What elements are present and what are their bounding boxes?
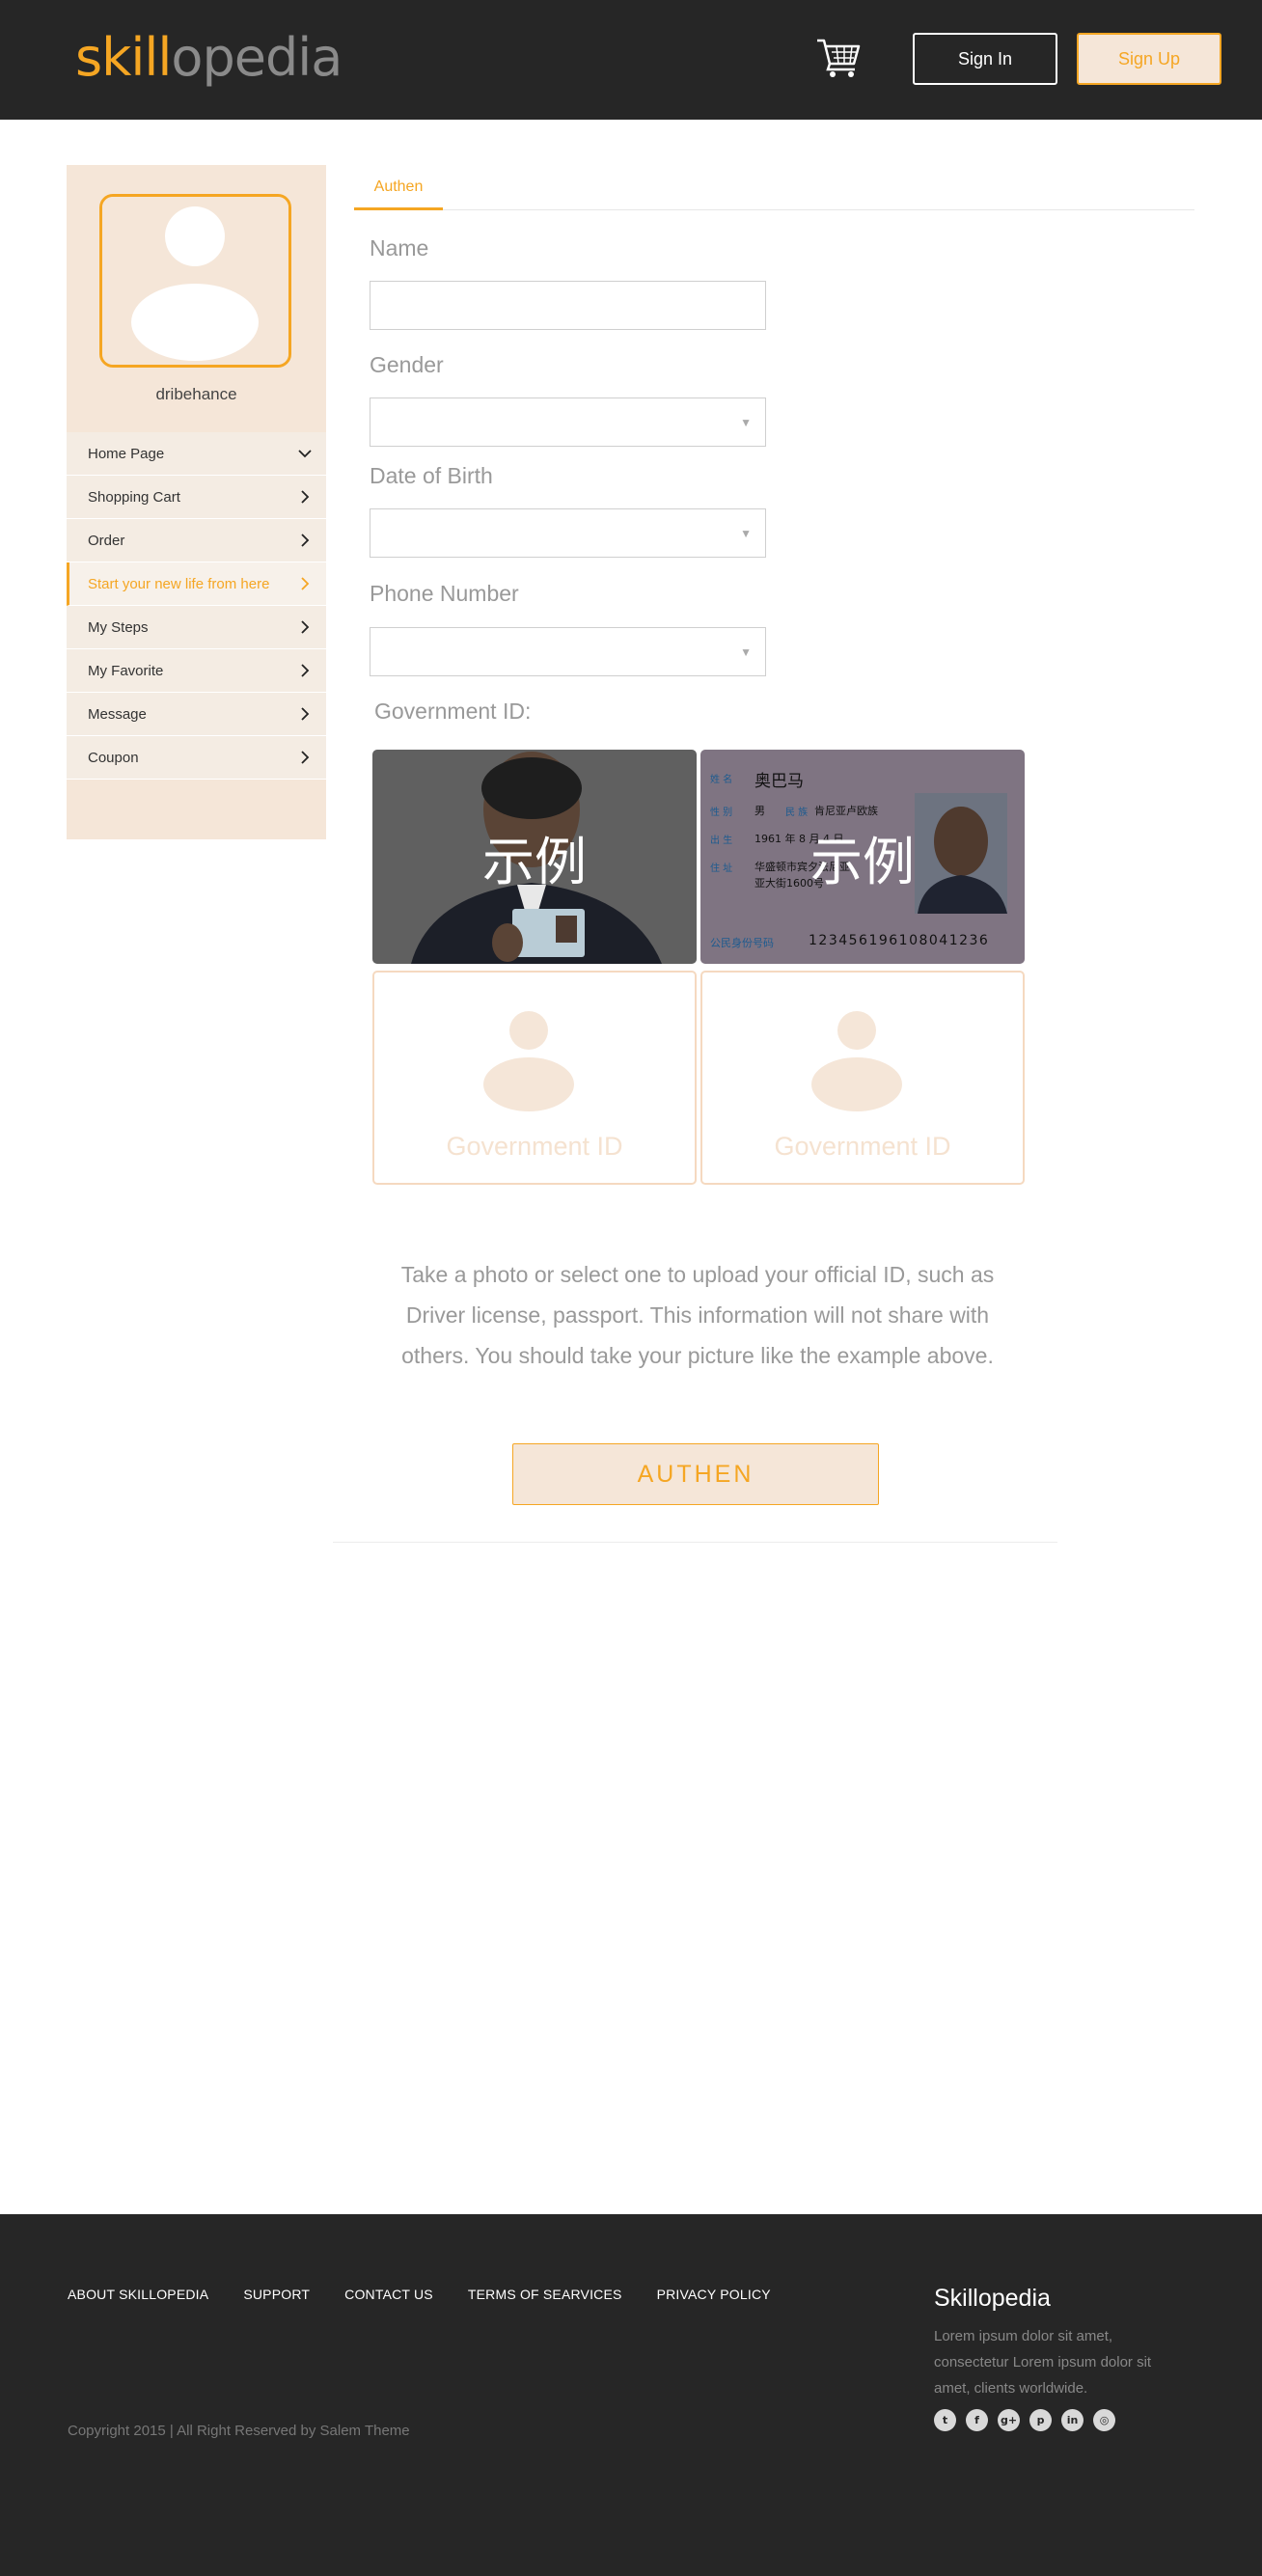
twitter-icon[interactable]: t	[934, 2409, 956, 2431]
footer-link-terms[interactable]: TERMS OF SEARVICES	[468, 2287, 622, 2302]
site-footer: ABOUT SKILLOPEDIA SUPPORT CONTACT US TER…	[0, 2214, 1262, 2576]
id-card-number: 123456196108041236	[809, 933, 990, 948]
id-card-nation: 肯尼亚卢欧族	[814, 805, 878, 817]
pinterest-icon[interactable]: p	[1029, 2409, 1052, 2431]
chevron-right-icon	[301, 534, 310, 547]
id-card-sex: 男	[754, 805, 765, 817]
upload-slot-label: Government ID	[446, 1132, 623, 1161]
avatar[interactable]	[99, 194, 291, 368]
phone-select[interactable]: ▼	[370, 627, 766, 676]
tab-authen[interactable]: Authen	[354, 166, 443, 210]
gender-label: Gender	[370, 352, 444, 377]
social-links: t f g+ p in ◎	[934, 2409, 1115, 2431]
google-plus-icon[interactable]: g+	[998, 2409, 1020, 2431]
gender-select[interactable]: ▼	[370, 397, 766, 447]
chevron-right-icon	[301, 577, 310, 590]
chevron-right-icon	[301, 490, 310, 504]
logo-text-opedia: opedia	[171, 27, 343, 88]
site-logo[interactable]: skillopedia	[75, 27, 343, 88]
sidebar-item-start-new-life[interactable]: Start your new life from here	[67, 562, 326, 606]
id-card-name: 奥巴马	[754, 772, 804, 791]
sidebar-item-label: Home Page	[88, 445, 165, 462]
upload-slot-label: Government ID	[774, 1132, 951, 1161]
sidebar-item-message[interactable]: Message	[67, 693, 326, 736]
chevron-down-icon	[298, 450, 312, 458]
footer-link-privacy[interactable]: PRIVACY POLICY	[657, 2287, 771, 2302]
user-placeholder-icon	[102, 197, 288, 365]
footer-link-support[interactable]: SUPPORT	[243, 2287, 310, 2302]
sidebar-menu: Home Page Shopping Cart Order Start your…	[67, 432, 326, 780]
profile-sidebar: dribehance Home Page Shopping Cart Order…	[67, 165, 326, 839]
sidebar-item-label: My Favorite	[88, 662, 164, 679]
dropdown-caret-icon: ▼	[740, 416, 752, 429]
content-divider	[333, 1542, 1057, 1543]
government-id-upload-1[interactable]: Government ID	[372, 971, 697, 1185]
government-id-label: Government ID:	[374, 699, 532, 724]
chevron-right-icon	[301, 707, 310, 721]
sidebar-item-label: Shopping Cart	[88, 488, 180, 506]
example-id-photo-holding: 示例	[372, 750, 697, 964]
government-id-upload-2[interactable]: Government ID	[700, 971, 1025, 1185]
authen-submit-button[interactable]: AUTHEN	[512, 1443, 879, 1505]
sign-up-button[interactable]: Sign Up	[1077, 33, 1221, 85]
name-label: Name	[370, 235, 429, 260]
top-header: skillopedia Sign In Sign Up	[0, 0, 1262, 120]
dropdown-caret-icon: ▼	[740, 645, 752, 659]
linkedin-icon[interactable]: in	[1061, 2409, 1084, 2431]
sidebar-item-label: My Steps	[88, 618, 149, 636]
upload-instructions: Take a photo or select one to upload you…	[400, 1262, 995, 1368]
dropdown-caret-icon: ▼	[740, 527, 752, 540]
footer-brand-description: Lorem ipsum dolor sit amet, consectetur …	[934, 2328, 1152, 2397]
dob-select[interactable]: ▼	[370, 508, 766, 558]
footer-link-contact[interactable]: CONTACT US	[344, 2287, 433, 2302]
sidebar-item-label: Message	[88, 705, 147, 723]
example-watermark: 示例	[810, 832, 915, 892]
dob-label: Date of Birth	[370, 463, 493, 488]
name-input[interactable]	[370, 281, 766, 330]
chevron-right-icon	[301, 620, 310, 634]
footer-brand: Skillopedia	[934, 2285, 1051, 2312]
sidebar-item-home-page[interactable]: Home Page	[67, 432, 326, 476]
sidebar-item-shopping-cart[interactable]: Shopping Cart	[67, 476, 326, 519]
facebook-icon[interactable]: f	[966, 2409, 988, 2431]
example-watermark: 示例	[482, 832, 587, 892]
sidebar-item-coupon[interactable]: Coupon	[67, 736, 326, 780]
id-card-sex-label: 性 别	[710, 808, 733, 818]
footer-nav: ABOUT SKILLOPEDIA SUPPORT CONTACT US TER…	[68, 2287, 771, 2302]
sidebar-item-label: Coupon	[88, 749, 139, 766]
sidebar-item-label: Start your new life from here	[88, 575, 270, 592]
footer-link-about[interactable]: ABOUT SKILLOPEDIA	[68, 2287, 208, 2302]
copyright-text: Copyright 2015 | All Right Reserved by S…	[68, 2423, 410, 2439]
tab-bar: Authen	[354, 166, 1194, 210]
chevron-right-icon	[301, 664, 310, 677]
sidebar-item-label: Order	[88, 532, 125, 549]
sign-in-button[interactable]: Sign In	[913, 33, 1057, 85]
sidebar-item-my-steps[interactable]: My Steps	[67, 606, 326, 649]
id-card-nation-label: 民 族	[785, 808, 809, 818]
username: dribehance	[155, 385, 237, 403]
id-card-name-label: 姓 名	[710, 775, 733, 785]
sidebar-item-order[interactable]: Order	[67, 519, 326, 562]
chevron-right-icon	[301, 751, 310, 764]
shopping-cart-icon[interactable]	[815, 37, 864, 79]
dribbble-icon[interactable]: ◎	[1093, 2409, 1115, 2431]
id-card-number-label: 公民身份号码	[710, 937, 774, 949]
logo-text-skill: skill	[75, 27, 172, 88]
sidebar-item-my-favorite[interactable]: My Favorite	[67, 649, 326, 693]
phone-label: Phone Number	[370, 581, 519, 606]
example-id-card: 姓 名 奥巴马 性 别 男 民 族 肯尼亚卢欧族 出 生 1961 年 8 月 …	[700, 750, 1025, 964]
